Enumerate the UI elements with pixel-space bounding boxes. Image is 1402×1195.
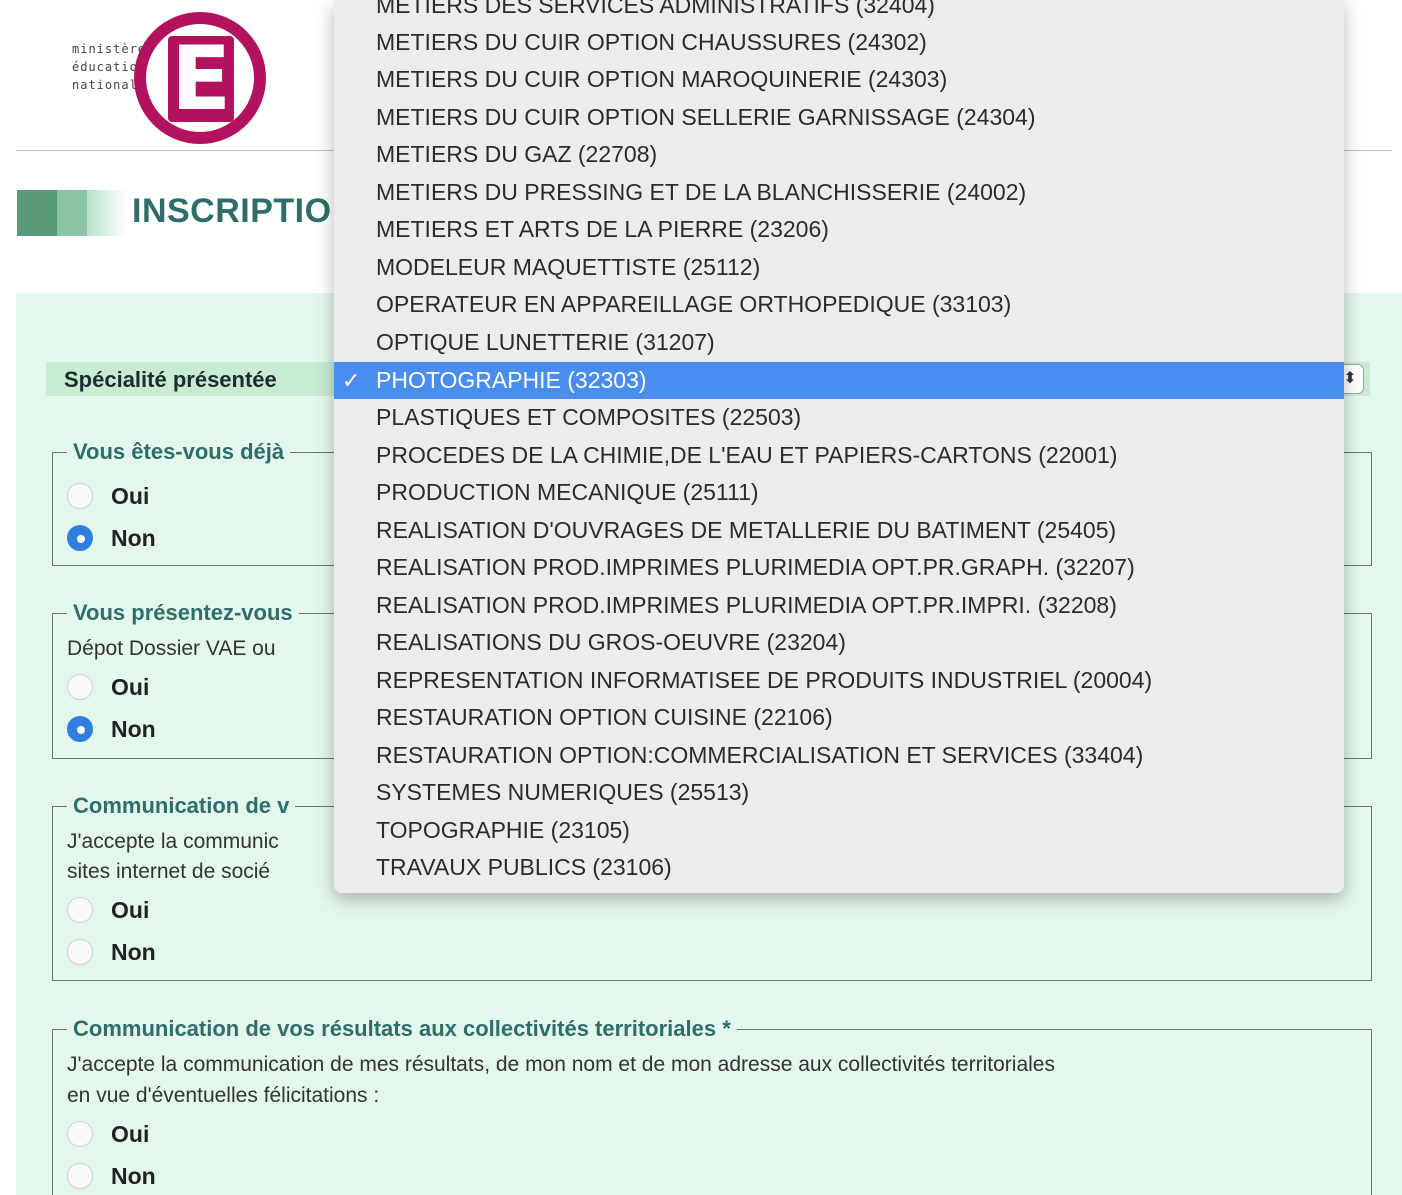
option-label: TRAVAUX PUBLICS (23106) [376,854,672,880]
dropdown-option[interactable]: METIERS ET ARTS DE LA PIERRE (23206) [334,211,1344,248]
fieldset-legend: Communication de v [67,793,296,819]
option-label: REALISATION PROD.IMPRIMES PLURIMEDIA OPT… [376,592,1117,618]
radio-label: Non [111,939,156,965]
dropdown-option[interactable]: PRODUCTION MECANIQUE (25111) [334,474,1344,511]
option-label: METIERS DU PRESSING ET DE LA BLANCHISSER… [376,179,1027,205]
option-label: PHOTOGRAPHIE (32303) [376,367,647,393]
fieldset-description: J'accepte la communication de mes résult… [67,1053,1055,1076]
dropdown-option[interactable]: RESTAURATION OPTION CUISINE (22106) [334,699,1344,736]
radio-button-checked[interactable] [67,525,93,551]
fieldset-description: sites internet de socié [67,860,271,883]
option-label: MODELEUR MAQUETTISTE (25112) [376,254,761,280]
option-label: REALISATION PROD.IMPRIMES PLURIMEDIA OPT… [376,554,1135,580]
dropdown-option[interactable]: PROCEDES DE LA CHIMIE,DE L'EAU ET PAPIER… [334,437,1344,474]
option-label: SYSTEMES NUMERIQUES (25513) [376,779,750,805]
radio-label: Oui [111,483,150,509]
option-label: REALISATION D'OUVRAGES DE METALLERIE DU … [376,517,1117,543]
dropdown-option[interactable]: RESTAURATION OPTION:COMMERCIALISATION ET… [334,737,1344,774]
dropdown-option[interactable]: METIERS DU PRESSING ET DE LA BLANCHISSER… [334,174,1344,211]
dropdown-option[interactable]: REALISATION D'OUVRAGES DE METALLERIE DU … [334,512,1344,549]
specialite-label: Spécialité présentée [64,367,277,392]
radio-label: Non [111,525,156,551]
dropdown-option[interactable]: MODELEUR MAQUETTISTE (25112) [334,249,1344,286]
radio-button[interactable] [67,939,93,965]
option-label: REALISATIONS DU GROS-OEUVRE (23204) [376,629,846,655]
dropdown-option[interactable]: METIERS DU CUIR OPTION MAROQUINERIE (243… [334,61,1344,98]
option-label: PRODUCTION MECANIQUE (25111) [376,479,759,505]
radio-button[interactable] [67,897,93,923]
radio-button[interactable] [67,1163,93,1189]
title-block [87,190,127,236]
dropdown-option[interactable]: METIERS DU CUIR OPTION SELLERIE GARNISSA… [334,99,1344,136]
radio-button[interactable] [67,483,93,509]
option-label: TOPOGRAPHIE (23105) [376,817,630,843]
title-block [17,190,57,236]
dropdown-option[interactable]: SYSTEMES NUMERIQUES (25513) [334,774,1344,811]
fieldset-description: en vue d'éventuelles félicitations : [67,1084,380,1107]
option-label: RESTAURATION OPTION CUISINE (22106) [376,704,833,730]
option-label: METIERS DU CUIR OPTION SELLERIE GARNISSA… [376,104,1036,130]
page-title: INSCRIPTIO [132,192,332,230]
fieldset-legend: Vous êtes-vous déjà [67,439,291,465]
fieldset-collectivites: Communication de vos résultats aux colle… [52,1016,1372,1195]
option-label: OPERATEUR EN APPAREILLAGE ORTHOPEDIQUE (… [376,291,1012,317]
option-label: METIERS ET ARTS DE LA PIERRE (23206) [376,216,829,242]
radio-label: Oui [111,897,150,923]
option-label: OPTIQUE LUNETTERIE (31207) [376,329,715,355]
option-label: METIERS DU CUIR OPTION CHAUSSURES (24302… [376,29,927,55]
option-label: RESTAURATION OPTION:COMMERCIALISATION ET… [376,742,1144,768]
option-label: METIERS DU CUIR OPTION MAROQUINERIE (243… [376,66,948,92]
dropdown-option[interactable]: REALISATIONS DU GROS-OEUVRE (23204) [334,624,1344,661]
option-label: METIERS DU GAZ (22708) [376,141,658,167]
option-label: PROCEDES DE LA CHIMIE,DE L'EAU ET PAPIER… [376,442,1118,468]
radio-label: Non [111,1163,156,1189]
title-block [57,190,87,236]
dropdown-option[interactable]: TRAVAUX PUBLICS (23106) [334,849,1344,886]
option-label: PLASTIQUES ET COMPOSITES (22503) [376,404,802,430]
dropdown-option-selected[interactable]: ✓ PHOTOGRAPHIE (32303) [334,362,1344,399]
fieldset-legend: Communication de vos résultats aux colle… [67,1016,737,1042]
option-label: REPRESENTATION INFORMATISEE DE PRODUITS … [376,667,1153,693]
fieldset-description: J'accepte la communic [67,830,279,853]
dropdown-option[interactable]: REALISATION PROD.IMPRIMES PLURIMEDIA OPT… [334,549,1344,586]
fieldset-legend: Vous présentez-vous [67,600,299,626]
radio-button[interactable] [67,674,93,700]
radio-button-checked[interactable] [67,716,93,742]
dropdown-option[interactable]: OPERATEUR EN APPAREILLAGE ORTHOPEDIQUE (… [334,286,1344,323]
dropdown-option[interactable]: REALISATION PROD.IMPRIMES PLURIMEDIA OPT… [334,587,1344,624]
dropdown-option[interactable]: TOPOGRAPHIE (23105) [334,812,1344,849]
dropdown-option[interactable]: PLASTIQUES ET COMPOSITES (22503) [334,399,1344,436]
fieldset-description: Dépot Dossier VAE ou [67,637,276,660]
dropdown-option[interactable]: METIERS DU CUIR OPTION CHAUSSURES (24302… [334,24,1344,61]
dropdown-option[interactable]: REPRESENTATION INFORMATISEE DE PRODUITS … [334,662,1344,699]
radio-label: Non [111,716,156,742]
radio-label: Oui [111,1121,150,1147]
dropdown-option[interactable]: OPTIQUE LUNETTERIE (31207) [334,324,1344,361]
dropdown-option[interactable]: METIERS DU GAZ (22708) [334,136,1344,173]
radio-button[interactable] [67,1121,93,1147]
ministry-logo-icon: E [168,35,234,123]
specialite-dropdown-menu[interactable]: METIERS DES SERVICES ADMINISTRATIFS (324… [334,0,1344,893]
radio-label: Oui [111,674,150,700]
dropdown-option[interactable]: METIERS DES SERVICES ADMINISTRATIFS (324… [334,0,1344,24]
checkmark-icon: ✓ [342,368,361,393]
option-label: METIERS DES SERVICES ADMINISTRATIFS (324… [376,0,935,18]
